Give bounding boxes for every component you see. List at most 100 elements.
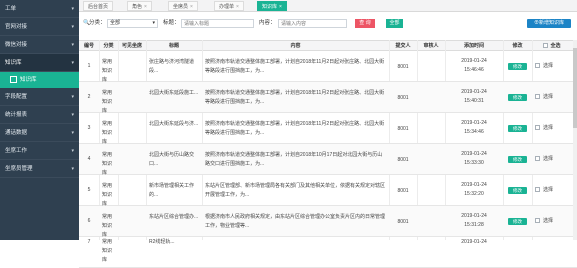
table-row[interactable]: 3 常用知识库 北园大街东延段与济... 按照济南市轨道交通整体施工部署，计划自… (79, 113, 577, 145)
close-icon[interactable]: × (279, 4, 282, 10)
row-date: 2019-01-24 15:46:46 (447, 57, 501, 75)
row-checkbox[interactable] (535, 156, 540, 161)
table-row[interactable]: 5 常用知识库 新市场管理相关工作的... 东站片区管理部、新市场管理局各有关部… (79, 175, 577, 207)
row-date-day: 2019-01-24 (461, 151, 487, 157)
row-select-label: 选择 (543, 156, 554, 162)
column-header-date: 添加时间 (463, 43, 484, 49)
edit-button[interactable]: 修改 (508, 218, 527, 225)
row-select-label: 选择 (543, 94, 554, 100)
table-row[interactable]: 2 常用知识库 北园大街东延段施工... 按照济南市轨道交通整体施工部署，计划自… (79, 82, 577, 114)
title-label: 标题： (163, 20, 180, 26)
scrollbar-thumb[interactable] (573, 48, 577, 128)
tab-bar: 后台首页 角色 × 坐席员 × 办理单 × 知识库 × (79, 0, 577, 12)
chevron-down-icon: ▾ (71, 148, 74, 154)
edit-button[interactable]: 修改 (508, 94, 527, 101)
sidebar-subitem-label: 知识库 (20, 77, 37, 83)
row-category: 常用知识库 (102, 239, 113, 263)
select-all-checkbox[interactable] (543, 43, 549, 48)
row-date: 2019-01-24 15:34:46 (447, 119, 501, 137)
row-category: 常用知识库 (102, 152, 113, 176)
row-checkbox[interactable] (535, 63, 540, 68)
table-row[interactable]: 7 常用知识库 R2线轻轨... 2019-01-24 (79, 237, 577, 268)
tab-label: 坐席员 (173, 4, 189, 10)
row-select-label: 选择 (543, 218, 554, 224)
table-row[interactable]: 4 常用知识库 北园大街与历山路交口... 按照济南市轨道交通整体施工部署，计划… (79, 144, 577, 176)
row-submitter: 8001 (397, 64, 409, 70)
row-date: 2019-01-24 15:32:20 (447, 181, 501, 199)
edit-button[interactable]: 修改 (508, 125, 527, 132)
row-date-time: 15:46:46 (464, 67, 484, 73)
sidebar-item-workorder[interactable]: 工单 ▾ (0, 0, 79, 18)
sidebar-item-label: 工单 (5, 6, 17, 12)
add-knowledge-button[interactable]: ⊕新增知识库 (527, 19, 571, 28)
row-id: 2 (87, 94, 91, 100)
row-title[interactable]: 张庄路与济河湾隧道段... (149, 58, 200, 76)
sidebar-subitem-knowledge[interactable]: 知识库 (0, 72, 79, 88)
close-icon[interactable]: × (144, 4, 147, 10)
edit-button[interactable]: 修改 (508, 63, 527, 70)
row-date-time: 15:34:46 (464, 129, 484, 135)
row-content: 东站片区管理部、新市场管理局各有关部门及其他相关单位，依据有关规定对辖区开展管理… (205, 183, 386, 198)
content-input[interactable] (278, 19, 347, 28)
row-select-label: 选择 (543, 187, 554, 193)
row-date: 2019-01-24 15:31:28 (447, 212, 501, 230)
row-checkbox[interactable] (535, 218, 540, 223)
edit-button[interactable]: 修改 (508, 187, 527, 194)
edit-button[interactable]: 修改 (508, 156, 527, 163)
row-checkbox[interactable] (535, 94, 540, 99)
sidebar-item-label: 通话数据 (5, 130, 28, 136)
tab-agents[interactable]: 坐席员 × (168, 1, 198, 11)
row-submitter: 8001 (397, 126, 409, 132)
sidebar-item-calls[interactable]: 通话数据 ▾ (0, 124, 79, 142)
row-checkbox[interactable] (535, 125, 540, 130)
column-header-edit: 修改 (512, 43, 523, 49)
tab-label: 后台首页 (88, 4, 109, 10)
close-icon[interactable]: × (190, 4, 193, 10)
table-row[interactable]: 6 常用知识库 东站片区综合管理办... 根据济南市人民政府相关规定，由东站片区… (79, 206, 577, 238)
close-icon[interactable]: × (236, 4, 239, 10)
sidebar-item-seat-work[interactable]: 坐席工作 ▾ (0, 142, 79, 160)
row-date: 2019-01-24 (461, 239, 487, 245)
tab-roles[interactable]: 角色 × (127, 1, 152, 11)
row-id: 4 (87, 156, 91, 162)
column-header-select-all[interactable]: 全选 (532, 41, 572, 51)
sidebar-item-label: 字段配置 (5, 94, 28, 100)
category-select[interactable]: 全部 ▾ (107, 19, 158, 28)
search-button[interactable]: 查 询 (355, 19, 375, 28)
row-title[interactable]: 北园大街东延段施工... (149, 89, 200, 98)
chevron-down-icon: ▾ (71, 112, 74, 118)
table-row[interactable]: 1 常用知识库 张庄路与济河湾隧道段... 按照济南市轨道交通整体施工部署，计划… (79, 51, 577, 83)
sidebar-item-label: 官网对接 (5, 24, 28, 30)
row-date-time: 15:32:20 (464, 191, 484, 197)
vertical-scrollbar[interactable] (573, 40, 577, 240)
row-title[interactable]: 北园大街东延段与济... (149, 120, 200, 129)
tab-home[interactable]: 后台首页 (83, 1, 114, 11)
row-title[interactable]: 北园大街与历山路交口... (149, 151, 200, 169)
sidebar-item-knowledge[interactable]: 知识库 ▾ (0, 54, 79, 72)
show-all-button[interactable]: 全部 (386, 19, 403, 28)
content-label: 内容： (259, 20, 276, 26)
row-category: 常用知识库 (102, 214, 113, 238)
tab-knowledge[interactable]: 知识库 × (257, 1, 287, 11)
chevron-down-icon: ▾ (71, 24, 74, 30)
chevron-down-icon: ▾ (71, 130, 74, 136)
sidebar-item-website[interactable]: 官网对接 ▾ (0, 18, 79, 36)
row-checkbox[interactable] (535, 187, 540, 192)
row-title[interactable]: 新市场管理相关工作的... (149, 182, 200, 200)
row-title[interactable]: 东站片区综合管理办... (149, 213, 200, 222)
sidebar-item-reports[interactable]: 统计报表 ▾ (0, 106, 79, 124)
row-submitter: 8001 (397, 95, 409, 101)
title-input[interactable] (181, 19, 254, 28)
sidebar-item-fields[interactable]: 字段配置 ▾ (0, 88, 79, 106)
chevron-down-icon: ▾ (71, 6, 74, 12)
tab-workorders[interactable]: 办理单 × (214, 1, 244, 11)
sidebar-item-wechat[interactable]: 微信对接 ▾ (0, 36, 79, 54)
row-title[interactable]: R2线轻轨... (149, 238, 200, 247)
row-date-day: 2019-01-24 (461, 120, 487, 126)
sidebar-item-label: 知识库 (5, 60, 22, 66)
sidebar-item-seat-admin[interactable]: 坐席员管理 ▾ (0, 160, 79, 178)
row-submitter: 8001 (397, 188, 409, 194)
tab-label: 办理单 (219, 4, 235, 10)
chevron-down-icon: ▾ (152, 20, 155, 26)
category-label: 分类： (89, 20, 106, 26)
